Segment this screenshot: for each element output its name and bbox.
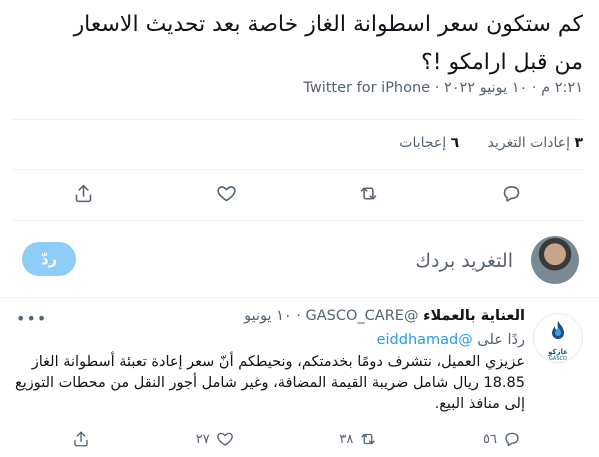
reply-like-button[interactable]: ٢٧ [196, 430, 234, 448]
tweet-source[interactable]: Twitter for iPhone [303, 80, 430, 96]
share-button[interactable] [63, 173, 103, 213]
avatar[interactable] [531, 236, 579, 284]
divider [0, 297, 599, 298]
meta-separator: · [430, 80, 444, 96]
reply-action-button[interactable] [492, 173, 532, 213]
tweet-stats: ٣ إعادات التغريد ٦ إعجابات [12, 135, 583, 151]
reply-tweet[interactable]: غازكو GASCO العناية بالعملاء @GASCO_CARE… [12, 305, 583, 455]
retweets-count: ٣ [574, 135, 583, 151]
reply-composer: التغريد بردك ردّ [12, 230, 583, 290]
tweet-actions [12, 173, 583, 213]
reply-submit-button[interactable]: ردّ [22, 242, 76, 276]
likes-count: ٦ [450, 135, 460, 151]
author-handle[interactable]: @GASCO_CARE [306, 308, 419, 324]
tweet-meta: ٢:٢١ م · ١٠ يونيو ٢٠٢٢ · Twitter for iPh… [12, 80, 583, 96]
retweets-count: ٣٨ [339, 431, 354, 447]
replying-to-prefix: ردًا على [477, 332, 525, 348]
tweet-text-line2: من قبل ارامكو !؟ [421, 50, 583, 75]
gasco-logo[interactable]: غازكو GASCO [533, 313, 583, 363]
author-name[interactable]: العناية بالعملاء [423, 308, 525, 324]
heart-icon [216, 432, 233, 446]
retweets-label: إعادات التغريد [487, 135, 570, 151]
logo-subtext: GASCO [549, 356, 567, 362]
more-options-icon[interactable]: ••• [16, 309, 47, 328]
divider [12, 220, 583, 221]
replying-to: ردًا على @eiddhamad [12, 329, 525, 351]
divider [12, 119, 583, 120]
retweet-icon [361, 186, 377, 200]
comment-icon [505, 432, 519, 447]
reply-text: عزيزي العميل، نتشرف دومًا بخدمتكم، ونحيط… [14, 354, 525, 412]
replies-count: ٥٦ [483, 431, 497, 447]
like-button[interactable] [206, 173, 246, 213]
reply-replies-button[interactable]: ٥٦ [483, 430, 521, 448]
retweet-button[interactable] [349, 173, 389, 213]
share-icon [74, 431, 88, 447]
reply-date[interactable]: ١٠ يونيو [244, 308, 292, 324]
reply-share-button[interactable] [72, 430, 90, 448]
likes-label: إعجابات [399, 135, 447, 151]
heart-icon [217, 185, 236, 201]
header-dot: · [296, 308, 301, 324]
retweets-stat[interactable]: ٣ إعادات التغريد [488, 135, 583, 151]
share-icon [75, 184, 92, 202]
reply-retweet-button[interactable]: ٣٨ [339, 430, 377, 448]
likes-count: ٢٧ [195, 431, 210, 447]
reply-header: العناية بالعملاء @GASCO_CARE · ١٠ يونيو [12, 305, 525, 327]
reply-actions: ٥٦ ٣٨ ٢٧ [72, 426, 525, 452]
retweet-icon [361, 433, 376, 445]
reply-tweet-body: العناية بالعملاء @GASCO_CARE · ١٠ يونيو … [12, 305, 525, 415]
replying-to-handle[interactable]: @eiddhamad [377, 332, 473, 348]
logo-text: غازكو [548, 348, 568, 356]
reply-input[interactable]: التغريد بردك [415, 250, 513, 272]
comment-icon [503, 185, 520, 202]
tweet-timestamp[interactable]: ٢:٢١ م · ١٠ يونيو ٢٠٢٢ [444, 80, 583, 96]
likes-stat[interactable]: ٦ إعجابات [399, 135, 459, 151]
divider [12, 169, 583, 170]
tweet-text-line1: كم ستكون سعر اسطوانة الغاز خاصة بعد تحدي… [73, 12, 583, 37]
tweet-text: كم ستكون سعر اسطوانة الغاز خاصة بعد تحدي… [12, 6, 583, 82]
